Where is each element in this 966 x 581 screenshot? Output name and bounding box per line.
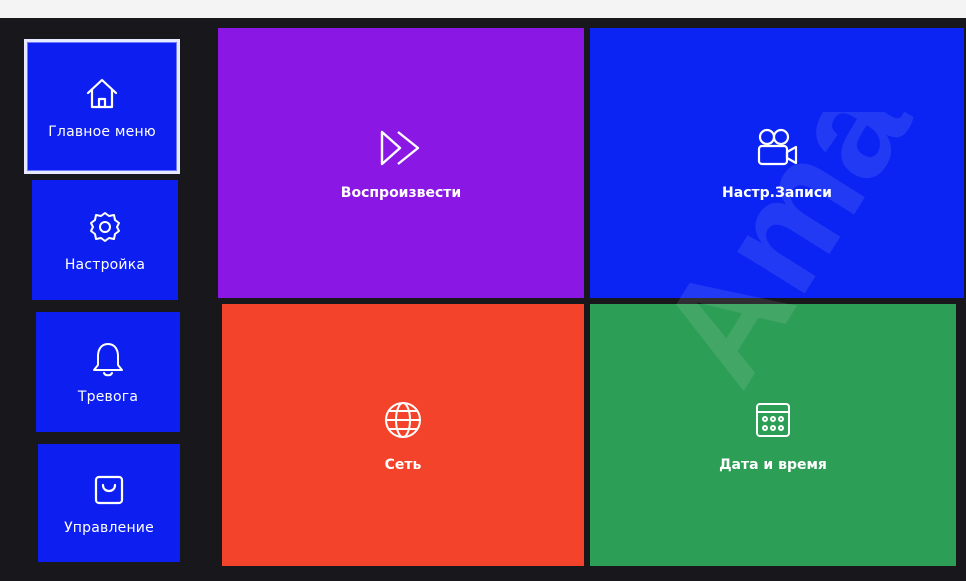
tile-playback[interactable]: Воспроизвести [218, 28, 584, 298]
tile-label: Сеть [384, 457, 422, 473]
video-camera-icon [754, 125, 800, 171]
bag-icon [89, 470, 129, 510]
calendar-icon [750, 397, 796, 443]
top-strip [0, 0, 966, 18]
sidebar-item-settings[interactable]: Настройка [32, 180, 178, 300]
sidebar-item-label: Управление [64, 520, 154, 536]
tile-label: Настр.Записи [722, 185, 832, 201]
bell-icon [88, 339, 128, 379]
sidebar-item-label: Тревога [77, 389, 139, 405]
tile-label: Воспроизвести [340, 185, 462, 201]
tile-network[interactable]: Сеть [222, 304, 584, 566]
home-icon [82, 74, 122, 114]
sidebar-item-label: Настройка [64, 257, 146, 273]
tile-label: Дата и время [719, 457, 827, 473]
dvr-main-menu-screen: Главное меню Настройка Тревога Управлени… [0, 0, 966, 581]
sidebar-item-alarm[interactable]: Тревога [36, 312, 180, 432]
sidebar-item-main-menu[interactable]: Главное меню [24, 39, 180, 174]
tile-date-time[interactable]: Дата и время [590, 304, 956, 566]
globe-icon [380, 397, 426, 443]
sidebar-item-management[interactable]: Управление [38, 444, 180, 562]
tile-record-settings[interactable]: Настр.Записи [590, 28, 964, 298]
fast-forward-icon [378, 125, 424, 171]
sidebar-item-label: Главное меню [48, 123, 156, 140]
gear-icon [85, 207, 125, 247]
